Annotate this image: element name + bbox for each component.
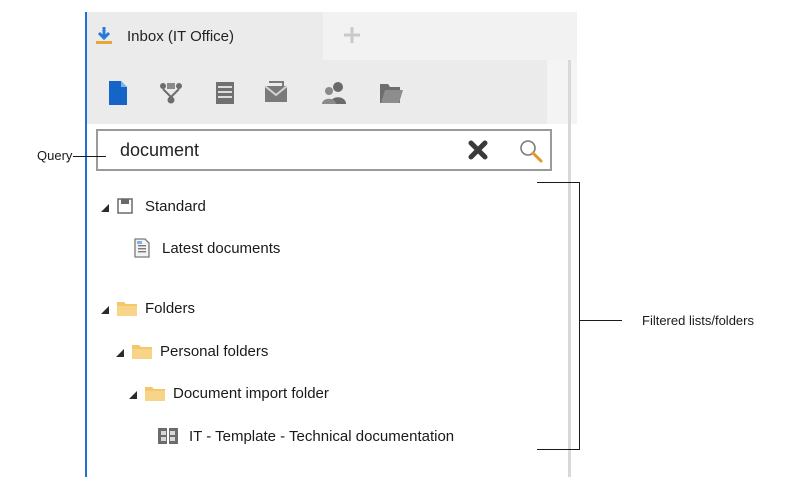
tab-inbox-label: Inbox (IT Office) — [127, 27, 234, 45]
tree-node-standard[interactable]: Standard — [101, 194, 206, 218]
tree-node-personal-folders[interactable]: Personal folders — [116, 339, 268, 363]
expand-caret-icon[interactable] — [101, 204, 109, 212]
standard-list-icon — [117, 198, 133, 214]
document-list-icon — [134, 238, 150, 258]
side-strip — [547, 60, 577, 124]
plus-icon[interactable] — [342, 26, 362, 46]
folder-icon — [132, 343, 152, 359]
tree-label-latest-documents: Latest documents — [162, 239, 281, 257]
inbox-download-icon — [95, 26, 113, 46]
tree-node-template-technical-documentation[interactable]: IT - Template - Technical documentation — [157, 424, 454, 448]
search-icon[interactable] — [518, 138, 544, 164]
list-icon[interactable] — [212, 80, 238, 106]
tree-label-standard: Standard — [145, 197, 206, 215]
clear-icon[interactable] — [468, 140, 488, 160]
annotation-query-label: Query — [37, 148, 73, 163]
tree-label-folders: Folders — [145, 299, 196, 317]
annotation-bracket-top — [537, 182, 580, 183]
tree-label-template-technical-documentation: IT - Template - Technical documentation — [189, 427, 455, 445]
expand-caret-icon[interactable] — [116, 349, 124, 357]
template-icon — [157, 426, 179, 446]
vertical-scrollbar[interactable] — [568, 60, 571, 477]
annotation-filtered-leader — [579, 320, 622, 321]
annotation-query-leader — [73, 156, 106, 157]
folder-icon — [145, 385, 165, 401]
document-icon[interactable] — [105, 80, 131, 106]
search-input[interactable] — [120, 139, 440, 161]
toolbar — [87, 60, 547, 124]
tree-node-folders[interactable]: Folders — [101, 296, 195, 320]
mail-icon[interactable] — [263, 80, 289, 106]
search-box — [96, 129, 552, 171]
tree-node-document-import-folder[interactable]: Document import folder — [129, 381, 329, 405]
tree-node-latest-documents[interactable]: Latest documents — [134, 236, 280, 260]
annotation-bracket-vertical — [579, 182, 580, 450]
tab-inbox[interactable]: Inbox (IT Office) — [87, 12, 323, 60]
tree-label-document-import-folder: Document import folder — [173, 384, 329, 402]
folder-open-icon[interactable] — [378, 80, 404, 106]
expand-caret-icon[interactable] — [129, 391, 137, 399]
workflow-icon[interactable] — [158, 80, 184, 106]
expand-caret-icon[interactable] — [101, 306, 109, 314]
tree-label-personal-folders: Personal folders — [160, 342, 269, 360]
users-icon[interactable] — [321, 80, 347, 106]
annotation-bracket-bottom — [537, 449, 580, 450]
folder-icon — [117, 300, 137, 316]
annotation-filtered-label: Filtered lists/folders — [642, 313, 754, 328]
